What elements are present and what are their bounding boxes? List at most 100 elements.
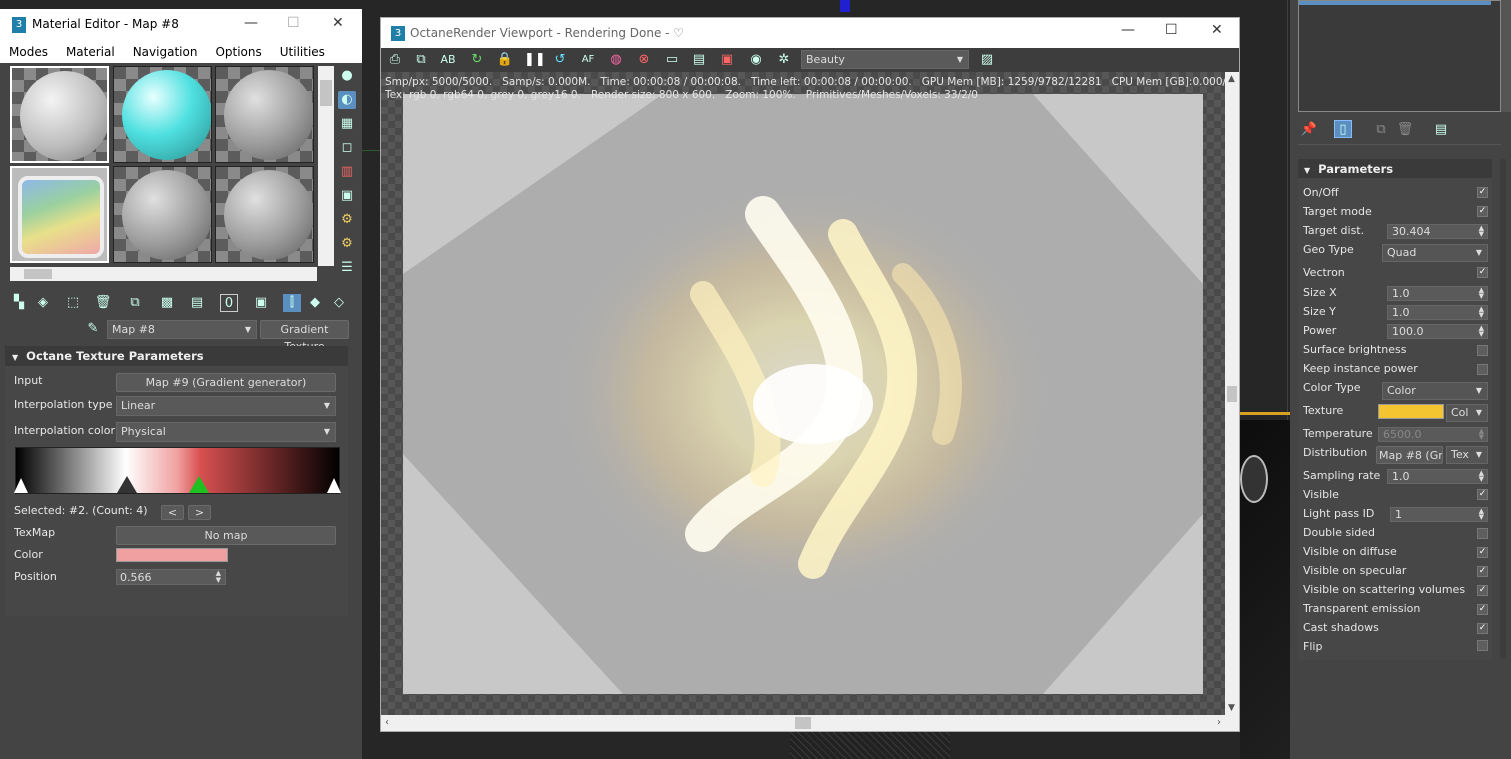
size-y-spinner[interactable]: 1.0 ▲ ▼ <box>1387 305 1488 320</box>
material-navigator-icon[interactable]: ☰ <box>338 259 356 277</box>
map-name-field[interactable]: Map #8 ▼ <box>107 320 257 339</box>
video-color-check-icon[interactable]: ▥ <box>338 163 356 181</box>
sample-type-sphere-icon[interactable]: ● <box>338 67 356 85</box>
gradient-preview-bar[interactable] <box>14 447 341 494</box>
viewport-scrollbar-vertical[interactable]: ▲ ▼ <box>1225 72 1239 715</box>
pause-icon[interactable]: ❚❚ <box>524 51 546 69</box>
color-picker-icon[interactable]: ◍ <box>607 51 625 69</box>
material-slot-1[interactable] <box>10 66 109 163</box>
make-unique-icon[interactable]: ⧉ <box>126 294 144 312</box>
list-scrollbar[interactable] <box>1501 0 1511 112</box>
slot-scrollbar-vertical[interactable] <box>318 66 334 266</box>
minimize-icon[interactable]: — <box>244 15 258 31</box>
assign-material-icon[interactable]: ⬚ <box>64 294 82 312</box>
pass-settings-icon[interactable]: ▨ <box>978 51 996 69</box>
pin-stack-icon[interactable]: 📌 <box>1300 121 1318 139</box>
menu-options[interactable]: Options <box>206 41 270 63</box>
cast-shadows-checkbox[interactable]: ✓ <box>1477 623 1488 634</box>
panel-scrollbar[interactable] <box>1500 159 1506 659</box>
maximize-icon[interactable]: ☐ <box>287 15 300 31</box>
close-icon[interactable]: ✕ <box>1211 22 1223 38</box>
slot-scrollbar-horizontal[interactable] <box>10 267 317 281</box>
close-icon[interactable]: ✕ <box>332 15 344 31</box>
configure-sets-icon[interactable]: ▤ <box>1432 121 1450 139</box>
settings-icon[interactable]: ✲ <box>775 51 793 69</box>
background-icon[interactable]: ▦ <box>338 115 356 133</box>
show-end-result-icon[interactable]: ⫿ <box>283 294 301 312</box>
render-area[interactable]: Smp/px: 5000/5000. Samp/s: 0.000M. Time:… <box>381 72 1239 715</box>
prev-stop-button[interactable]: < <box>161 505 184 520</box>
material-slot-5[interactable] <box>113 166 212 263</box>
vectron-checkbox[interactable]: ✓ <box>1477 267 1488 278</box>
show-end-result-icon[interactable]: ▯ <box>1334 120 1352 138</box>
film-region-icon[interactable]: ▤ <box>690 51 708 69</box>
light-pass-id-spinner[interactable]: 1 ▲ ▼ <box>1390 507 1488 522</box>
refresh-icon[interactable]: ↺ <box>551 51 569 69</box>
auto-focus-icon[interactable]: AF <box>579 51 597 69</box>
gradient-stop-3-selected[interactable] <box>189 476 209 493</box>
restart-render-icon[interactable]: ↻ <box>468 51 486 69</box>
gradient-stop-1[interactable] <box>14 478 28 493</box>
snapshot-icon[interactable]: ◉ <box>747 51 765 69</box>
maximize-icon[interactable]: ☐ <box>1165 22 1178 38</box>
visible-specular-checkbox[interactable]: ✓ <box>1477 566 1488 577</box>
texmap-button[interactable]: No map <box>116 526 336 545</box>
color-type-dropdown[interactable]: Color ▼ <box>1382 382 1488 400</box>
reset-map-icon[interactable]: 🗑 <box>94 294 112 312</box>
show-map-in-viewport-icon[interactable]: ▣ <box>252 294 270 312</box>
region-render-icon[interactable]: ▭ <box>663 51 681 69</box>
lock-icon[interactable]: 🔒 <box>496 51 514 69</box>
gradient-stop-4[interactable] <box>327 478 341 493</box>
texture-mode-dropdown[interactable]: Col ▼ <box>1446 404 1488 422</box>
viewport-scrollbar-horizontal[interactable]: ‹ › <box>381 715 1225 731</box>
go-forward-sibling-icon[interactable]: ◇ <box>330 294 348 312</box>
distribution-mode-dropdown[interactable]: Tex ▼ <box>1446 446 1488 464</box>
sample-uv-tiling-icon[interactable]: ◻ <box>338 139 356 157</box>
menu-material[interactable]: Material <box>57 41 124 63</box>
gradient-stop-2[interactable] <box>117 476 137 493</box>
target-mode-checkbox[interactable]: ✓ <box>1477 206 1488 217</box>
menu-utilities[interactable]: Utilities <box>271 41 334 63</box>
clay-mode-icon[interactable]: ⊗ <box>635 51 653 69</box>
color-swatch[interactable] <box>116 548 228 562</box>
transparent-emission-checkbox[interactable]: ✓ <box>1477 604 1488 615</box>
material-slot-4[interactable] <box>10 166 109 263</box>
double-sided-checkbox[interactable] <box>1477 528 1488 539</box>
copy-icon[interactable]: ⧉ <box>412 51 430 69</box>
target-dist-spinner[interactable]: 30.404 ▲ ▼ <box>1387 224 1488 239</box>
on-off-checkbox[interactable]: ✓ <box>1477 187 1488 198</box>
distribution-map-button[interactable]: Map #8 (Grad <box>1376 446 1443 464</box>
interpolation-color-dropdown[interactable]: Physical ▼ <box>116 422 336 442</box>
navigation-gizmo[interactable] <box>1240 455 1268 503</box>
parameters-panel-header[interactable]: ▼ Parameters <box>1298 159 1492 178</box>
size-x-spinner[interactable]: 1.0 ▲ ▼ <box>1387 286 1488 301</box>
visible-scattering-checkbox[interactable]: ✓ <box>1477 585 1488 596</box>
sampling-rate-spinner[interactable]: 1.0 ▲ ▼ <box>1387 469 1488 484</box>
visible-diffuse-checkbox[interactable]: ✓ <box>1477 547 1488 558</box>
eyedropper-icon[interactable]: ✎ <box>84 320 102 338</box>
camera-icon[interactable]: ▣ <box>718 51 736 69</box>
octane-texture-panel-header[interactable]: ▼ Octane Texture Parameters <box>5 346 348 366</box>
put-material-icon[interactable]: ◈ <box>34 294 52 312</box>
material-editor-titlebar[interactable]: 3 Material Editor - Map #8 — ☐ ✕ <box>0 9 362 41</box>
make-preview-icon[interactable]: ▣ <box>338 187 356 205</box>
position-spinner[interactable]: 0.566 ▲ ▼ <box>116 569 226 585</box>
geo-type-dropdown[interactable]: Quad ▼ <box>1382 244 1488 262</box>
octane-titlebar[interactable]: 3 OctaneRender Viewport - Rendering Done… <box>381 18 1239 48</box>
map-type-button[interactable]: Gradient Texture <box>260 320 349 353</box>
menu-modes[interactable]: Modes <box>0 41 57 63</box>
ab-compare-icon[interactable]: AB <box>439 51 457 69</box>
material-id-channel-icon[interactable]: 0 <box>220 294 238 312</box>
render-pass-dropdown[interactable]: Beauty ▼ <box>801 50 969 69</box>
backlight-icon[interactable]: ◐ <box>338 91 356 109</box>
menu-navigation[interactable]: Navigation <box>124 41 207 63</box>
keep-instance-power-checkbox[interactable] <box>1477 364 1488 375</box>
next-stop-button[interactable]: > <box>188 505 211 520</box>
flip-checkbox[interactable] <box>1477 640 1488 651</box>
surface-brightness-checkbox[interactable] <box>1477 345 1488 356</box>
select-by-material-icon[interactable]: ⚙ <box>338 235 356 253</box>
input-map-button[interactable]: Map #9 (Gradient generator) <box>116 373 336 392</box>
material-slot-2[interactable] <box>113 66 212 163</box>
minimize-icon[interactable]: — <box>1121 22 1135 38</box>
put-to-library-icon[interactable]: ▩ <box>158 294 176 312</box>
